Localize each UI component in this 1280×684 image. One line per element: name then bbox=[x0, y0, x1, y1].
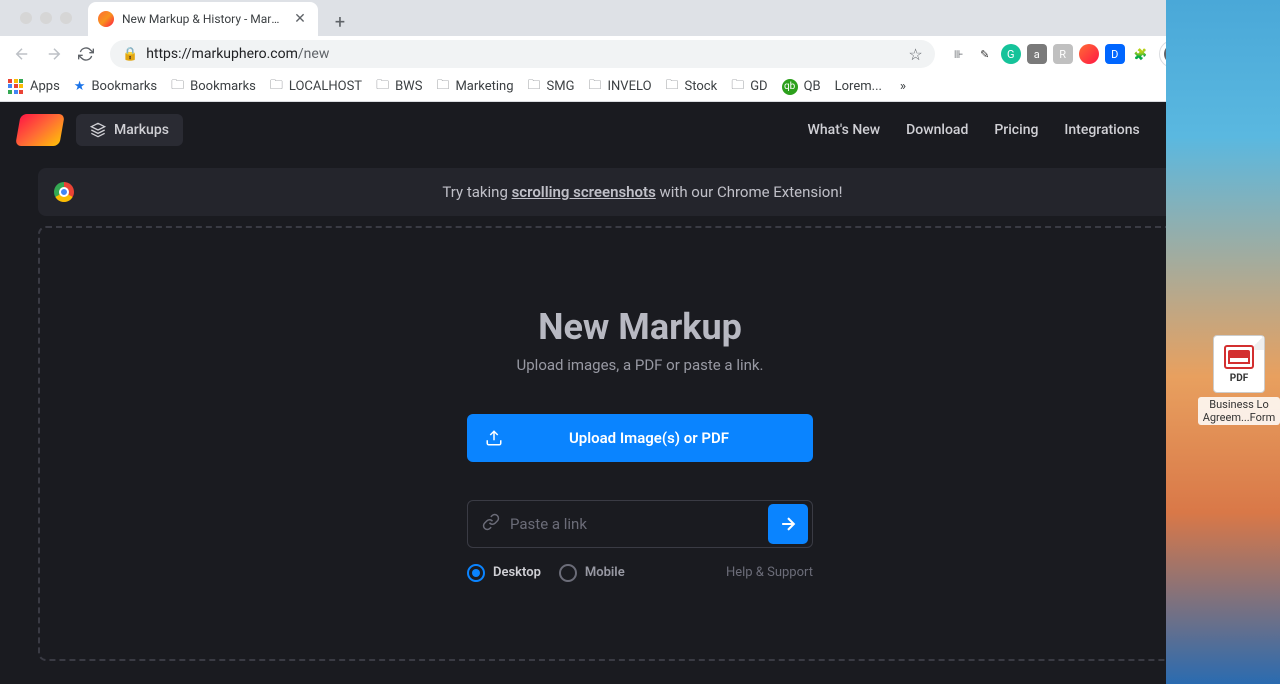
pdf-file-icon: PDF bbox=[1213, 335, 1265, 393]
bookmark-folder-invelo[interactable]: 🗀INVELO bbox=[588, 76, 651, 98]
link-input-row bbox=[467, 500, 813, 548]
app-logo-icon[interactable] bbox=[15, 114, 65, 146]
radio-icon bbox=[559, 564, 577, 582]
link-input[interactable] bbox=[510, 515, 768, 533]
apps-label: Apps bbox=[30, 79, 60, 94]
tab-favicon-icon bbox=[98, 11, 114, 27]
address-bar[interactable]: 🔒 https://markuphero.com/new ☆ bbox=[110, 40, 935, 68]
close-window-icon[interactable] bbox=[20, 12, 32, 24]
viewport-radio-group: Desktop Mobile bbox=[467, 564, 625, 582]
ext-icon-grammarly[interactable]: G bbox=[1001, 44, 1021, 64]
app-header: Markups What's New Download Pricing Inte… bbox=[0, 102, 1280, 158]
ext-icon-markup[interactable] bbox=[1079, 44, 1099, 64]
folder-icon: 🗀 bbox=[731, 76, 744, 98]
maximize-window-icon[interactable] bbox=[60, 12, 72, 24]
link-icon bbox=[472, 513, 510, 535]
bookmark-folder-marketing[interactable]: 🗀Marketing bbox=[436, 76, 513, 98]
tab-strip: New Markup & History - Marku ✕ + bbox=[0, 0, 1280, 36]
back-button[interactable] bbox=[8, 40, 36, 68]
radio-mobile[interactable]: Mobile bbox=[559, 564, 625, 582]
upload-button[interactable]: Upload Image(s) or PDF bbox=[467, 414, 813, 462]
bookmark-folder-bookmarks[interactable]: 🗀Bookmarks bbox=[171, 76, 256, 98]
bookmark-star-icon[interactable]: ☆ bbox=[908, 45, 922, 64]
apps-grid-icon bbox=[8, 79, 24, 95]
folder-icon: 🗀 bbox=[588, 76, 601, 98]
forward-button[interactable] bbox=[40, 40, 68, 68]
url-bar: 🔒 https://markuphero.com/new ☆ ⊪ ✎ G a R… bbox=[0, 36, 1280, 72]
bookmark-folder-stock[interactable]: 🗀Stock bbox=[666, 76, 718, 98]
window-controls bbox=[8, 0, 84, 36]
ext-icon-7[interactable]: D bbox=[1105, 44, 1125, 64]
file-name: Business Lo Agreem...Form bbox=[1198, 397, 1280, 425]
lock-icon: 🔒 bbox=[122, 47, 138, 62]
options-row: Desktop Mobile Help & Support bbox=[467, 564, 813, 582]
app-content: Markups What's New Download Pricing Inte… bbox=[0, 102, 1280, 684]
folder-icon: 🗀 bbox=[436, 76, 449, 98]
folder-icon: 🗀 bbox=[171, 76, 184, 98]
banner-link[interactable]: scrolling screenshots bbox=[512, 183, 656, 201]
bookmark-qb[interactable]: qbQB bbox=[782, 79, 821, 95]
upload-icon bbox=[485, 429, 503, 447]
apps-button[interactable]: Apps bbox=[8, 79, 60, 95]
bookmark-folder-bws[interactable]: 🗀BWS bbox=[376, 76, 422, 98]
nav-integrations[interactable]: Integrations bbox=[1064, 122, 1139, 138]
desktop-file-pdf[interactable]: PDF Business Lo Agreem...Form bbox=[1198, 335, 1280, 425]
submit-link-button[interactable] bbox=[768, 504, 808, 544]
tab-title: New Markup & History - Marku bbox=[122, 12, 284, 26]
ext-icon-4[interactable]: a bbox=[1027, 44, 1047, 64]
help-link[interactable]: Help & Support bbox=[726, 565, 813, 580]
reload-button[interactable] bbox=[72, 40, 100, 68]
ext-icon-2[interactable]: ✎ bbox=[975, 44, 995, 64]
bookmark-folder-localhost[interactable]: 🗀LOCALHOST bbox=[270, 76, 362, 98]
nav-pricing[interactable]: Pricing bbox=[994, 122, 1038, 138]
folder-icon: 🗀 bbox=[528, 76, 541, 98]
bookmark-label: Bookmarks bbox=[91, 79, 157, 94]
qb-icon: qb bbox=[782, 79, 798, 95]
ext-icon-1[interactable]: ⊪ bbox=[949, 44, 969, 64]
folder-icon: 🗀 bbox=[270, 76, 283, 98]
star-icon: ★ bbox=[74, 79, 86, 94]
promo-banner: Try taking scrolling screenshots with ou… bbox=[38, 168, 1242, 216]
browser-tab[interactable]: New Markup & History - Marku ✕ bbox=[88, 2, 318, 36]
bookmark-folder-gd[interactable]: 🗀GD bbox=[731, 76, 767, 98]
url-text: https://markuphero.com/new bbox=[146, 46, 329, 62]
page-title: New Markup bbox=[538, 306, 742, 348]
bookmark-lorem[interactable]: Lorem... bbox=[835, 79, 882, 94]
ext-icon-5[interactable]: R bbox=[1053, 44, 1073, 64]
arrow-right-icon bbox=[778, 514, 798, 534]
extension-icons: ⊪ ✎ G a R D 🧩 bbox=[945, 44, 1155, 64]
radio-desktop[interactable]: Desktop bbox=[467, 564, 541, 582]
bookmark-folder-smg[interactable]: 🗀SMG bbox=[528, 76, 575, 98]
bookmarks-star-item[interactable]: ★ Bookmarks bbox=[74, 79, 157, 94]
radio-icon bbox=[467, 564, 485, 582]
extensions-puzzle-icon[interactable]: 🧩 bbox=[1131, 44, 1151, 64]
minimize-window-icon[interactable] bbox=[40, 12, 52, 24]
new-tab-button[interactable]: + bbox=[326, 8, 354, 36]
bookmarks-overflow-icon[interactable]: » bbox=[900, 79, 906, 94]
banner-text: Try taking scrolling screenshots with ou… bbox=[74, 183, 1211, 201]
dropzone[interactable]: New Markup Upload images, a PDF or paste… bbox=[38, 226, 1242, 661]
nav-whats-new[interactable]: What's New bbox=[808, 122, 881, 138]
folder-icon: 🗀 bbox=[666, 76, 679, 98]
chrome-icon bbox=[54, 182, 74, 202]
markups-button[interactable]: Markups bbox=[76, 114, 183, 146]
close-tab-icon[interactable]: ✕ bbox=[292, 11, 308, 27]
folder-icon: 🗀 bbox=[376, 76, 389, 98]
nav-download[interactable]: Download bbox=[906, 122, 968, 138]
page-subtitle: Upload images, a PDF or paste a link. bbox=[517, 356, 764, 374]
layers-icon bbox=[90, 122, 106, 138]
markups-label: Markups bbox=[114, 122, 169, 138]
upload-button-label: Upload Image(s) or PDF bbox=[503, 429, 795, 447]
bookmarks-bar: Apps ★ Bookmarks 🗀Bookmarks 🗀LOCALHOST 🗀… bbox=[0, 72, 1280, 102]
